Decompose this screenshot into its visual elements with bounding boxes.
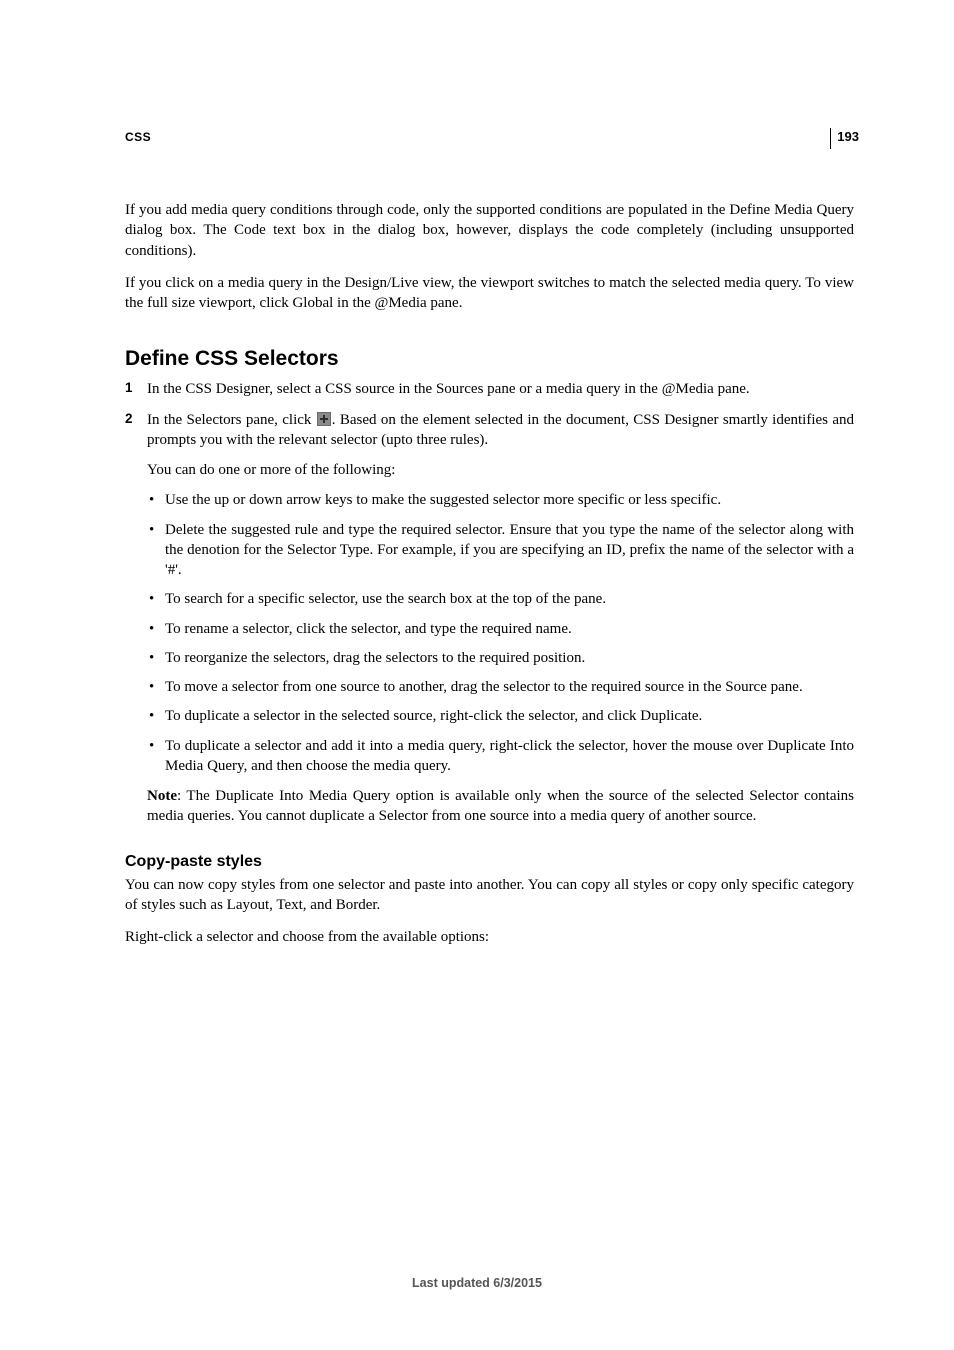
note-text: : The Duplicate Into Media Query option … xyxy=(147,788,854,824)
copy-paragraph-1: You can now copy styles from one selecto… xyxy=(125,875,854,916)
step-text: In the CSS Designer, select a CSS source… xyxy=(147,381,750,397)
note-label: Note xyxy=(147,788,177,804)
section-label: CSS xyxy=(125,130,854,144)
heading-define-css-selectors: Define CSS Selectors xyxy=(125,347,854,371)
page: 193 CSS If you add media query condition… xyxy=(0,0,954,1350)
intro-paragraph-2: If you click on a media query in the Des… xyxy=(125,273,854,314)
intro-paragraph-1: If you add media query conditions throug… xyxy=(125,200,854,261)
plus-icon xyxy=(317,412,331,432)
list-item: Delete the suggested rule and type the r… xyxy=(147,520,854,581)
list-item: To duplicate a selector and add it into … xyxy=(147,736,854,777)
step-1: 1 In the CSS Designer, select a CSS sour… xyxy=(125,379,854,399)
step-2-follow: You can do one or more of the following: xyxy=(147,460,854,480)
step-number: 2 xyxy=(125,410,133,428)
heading-copy-paste-styles: Copy-paste styles xyxy=(125,853,854,871)
page-number: 193 xyxy=(830,128,859,149)
step-number: 1 xyxy=(125,379,133,397)
list-item: To duplicate a selector in the selected … xyxy=(147,706,854,726)
bullet-list: Use the up or down arrow keys to make th… xyxy=(147,490,854,776)
list-item: To reorganize the selectors, drag the se… xyxy=(147,648,854,668)
copy-paragraph-2: Right-click a selector and choose from t… xyxy=(125,927,854,947)
list-item: To move a selector from one source to an… xyxy=(147,677,854,697)
list-item: Use the up or down arrow keys to make th… xyxy=(147,490,854,510)
list-item: To search for a specific selector, use t… xyxy=(147,589,854,609)
numbered-steps: 1 In the CSS Designer, select a CSS sour… xyxy=(125,379,854,480)
note-paragraph: Note: The Duplicate Into Media Query opt… xyxy=(147,786,854,827)
step-text-before: In the Selectors pane, click xyxy=(147,412,316,428)
step-2: 2 In the Selectors pane, click . Based o… xyxy=(125,410,854,481)
footer-last-updated: Last updated 6/3/2015 xyxy=(0,1276,954,1290)
list-item: To rename a selector, click the selector… xyxy=(147,619,854,639)
